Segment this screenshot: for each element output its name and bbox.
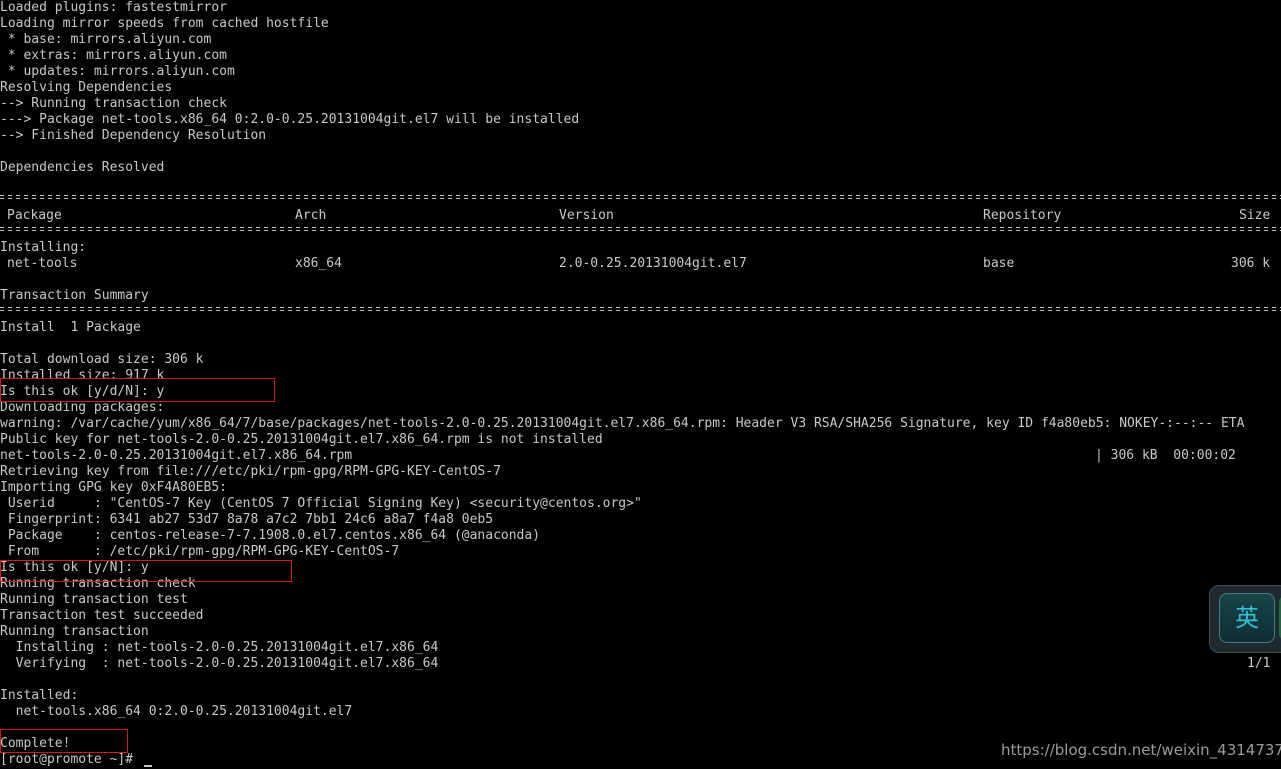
installed-label: Installed: <box>0 688 79 703</box>
rpm-progress-file: net-tools-2.0-0.25.20131004git.el7.x86_6… <box>0 448 353 463</box>
column-header-repository: Repository <box>983 208 1062 223</box>
terminal-line: --> Finished Dependency Resolution <box>0 128 267 143</box>
shell-prompt[interactable]: [root@promote ~]# <box>0 752 141 768</box>
terminal-line: Loaded plugins: fastestmirror <box>0 0 227 15</box>
table-cell-repository: base <box>983 256 1015 271</box>
table-cell-arch: x86_64 <box>295 256 342 271</box>
ime-language-icon[interactable]: 英 <box>1219 593 1275 643</box>
terminal-line: Transaction test succeeded <box>0 608 204 623</box>
terminal-line: Package : centos-release-7-7.1908.0.el7.… <box>0 528 541 543</box>
terminal-line: Downloading packages: <box>0 400 165 415</box>
terminal-line: Resolving Dependencies <box>0 80 173 95</box>
terminal-line: Installing : net-tools-2.0-0.25.20131004… <box>0 640 439 655</box>
terminal-line: Loading mirror speeds from cached hostfi… <box>0 16 329 31</box>
table-cell-package: net-tools <box>7 256 78 271</box>
terminal-line: * extras: mirrors.aliyun.com <box>0 48 227 63</box>
terminal-line: Fingerprint: 6341 ab27 53d7 8a78 a7c2 7b… <box>0 512 494 527</box>
ime-language-label: 英 <box>1235 604 1259 632</box>
column-header-version: Version <box>559 208 614 223</box>
table-section-label: Installing: <box>0 240 87 255</box>
table-cell-version: 2.0-0.25.20131004git.el7 <box>559 256 747 271</box>
terminal-line: Running transaction test <box>0 592 188 607</box>
table-separator <box>0 226 1281 232</box>
terminal-window[interactable]: Loaded plugins: fastestmirror Loading mi… <box>0 0 1281 769</box>
table-separator <box>0 306 1281 312</box>
summary-install-line: Install 1 Package <box>0 320 141 335</box>
total-download-size: Total download size: 306 k <box>0 352 204 367</box>
terminal-line: Running transaction <box>0 624 149 639</box>
table-cell-size: 306 k <box>1231 256 1271 271</box>
terminal-line: Retrieving key from file:///etc/pki/rpm-… <box>0 464 501 479</box>
column-header-arch: Arch <box>295 208 327 223</box>
summary-title: Transaction Summary <box>0 288 149 303</box>
confirm-prompt-1: Is this ok [y/d/N]: y <box>0 384 165 399</box>
table-separator <box>0 194 1281 200</box>
installed-size: Installed size: 917 k <box>0 368 165 383</box>
terminal-line: ---> Package net-tools.x86_64 0:2.0-0.25… <box>0 112 580 127</box>
watermark-url: https://blog.csdn.net/weixin_43147371 <box>1001 741 1281 759</box>
terminal-line: * updates: mirrors.aliyun.com <box>0 64 235 79</box>
terminal-line: Running transaction check <box>0 576 196 591</box>
column-header-size: Size <box>1239 208 1271 223</box>
column-header-package: Package <box>7 208 62 223</box>
terminal-line: * base: mirrors.aliyun.com <box>0 32 212 47</box>
terminal-line: Dependencies Resolved <box>0 160 165 175</box>
verifying-count: 1/1 <box>1247 656 1271 671</box>
terminal-line: warning: /var/cache/yum/x86_64/7/base/pa… <box>0 416 1245 431</box>
complete-message: Complete! <box>0 736 71 751</box>
confirm-prompt-2: Is this ok [y/N]: y <box>0 560 149 575</box>
terminal-line: Userid : "CentOS-7 Key (CentOS 7 Officia… <box>0 496 642 511</box>
installed-package: net-tools.x86_64 0:2.0-0.25.20131004git.… <box>0 704 353 719</box>
text-cursor <box>144 765 152 767</box>
terminal-line: Importing GPG key 0xF4A80EB5: <box>0 480 227 495</box>
verifying-line: Verifying : net-tools-2.0-0.25.20131004g… <box>0 656 439 671</box>
terminal-line: --> Running transaction check <box>0 96 227 111</box>
terminal-line: From : /etc/pki/rpm-gpg/RPM-GPG-KEY-Cent… <box>0 544 400 559</box>
terminal-line: Public key for net-tools-2.0-0.25.201310… <box>0 432 603 447</box>
rpm-progress-stats: | 306 kB 00:00:02 <box>1095 448 1236 463</box>
ime-toolbar[interactable]: 英 <box>1209 585 1281 653</box>
